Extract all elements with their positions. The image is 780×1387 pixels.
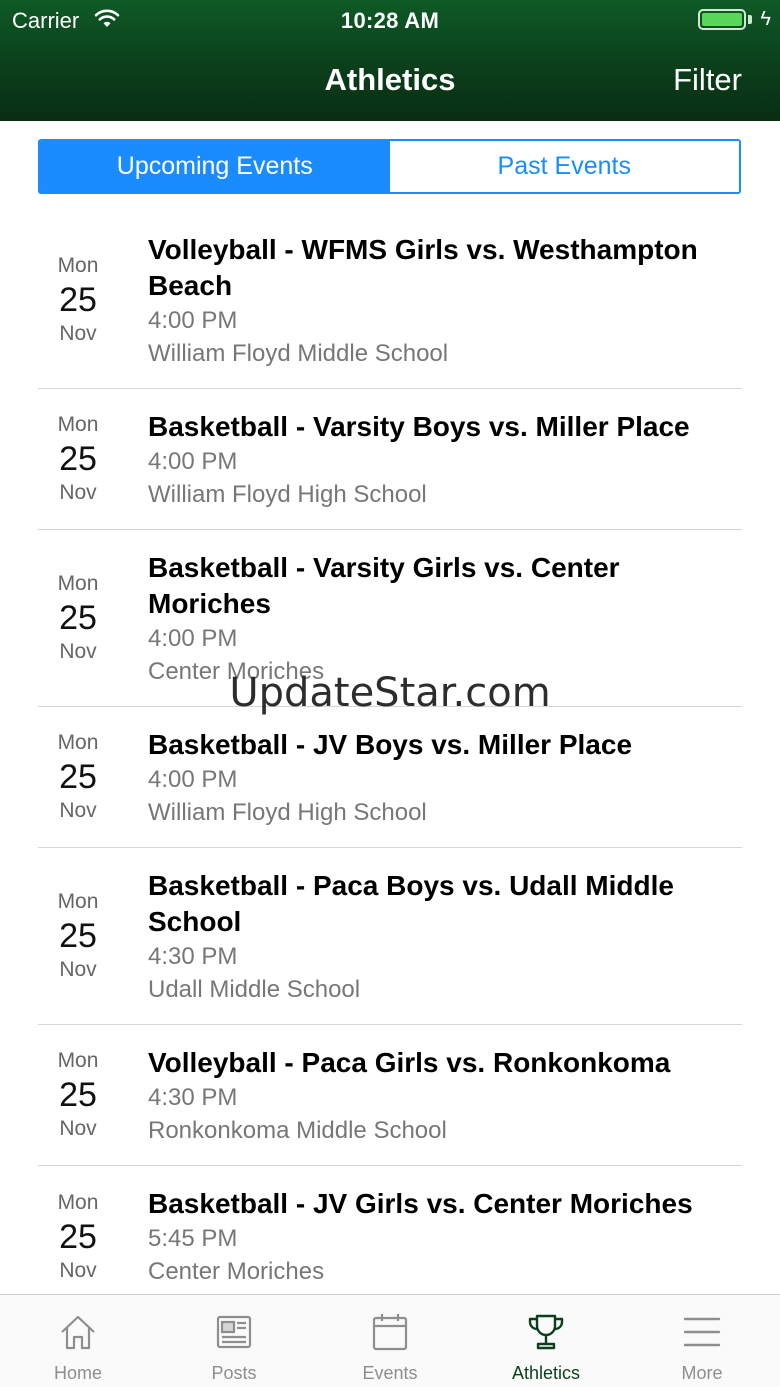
tab-label: Posts xyxy=(211,1363,257,1383)
event-title: Volleyball - Paca Girls vs. Ronkonkoma xyxy=(148,1047,671,1078)
calendar-icon xyxy=(371,1311,409,1353)
event-weekday: Mon xyxy=(57,890,99,913)
event-row[interactable]: Mon 25 Nov Basketball - JV Girls vs. Cen… xyxy=(38,1166,742,1307)
event-time: 5:45 PM xyxy=(148,1225,238,1252)
event-date: Mon 25 Nov xyxy=(38,1166,118,1307)
event-row[interactable]: Mon 25 Nov Volleyball - Paca Girls vs. R… xyxy=(38,1025,742,1166)
events-segmented-control: Upcoming Events Past Events xyxy=(38,139,741,194)
tab-home[interactable]: Home xyxy=(0,1295,156,1387)
event-row[interactable]: Mon 25 Nov Volleyball - WFMS Girls vs. W… xyxy=(38,212,742,389)
event-row[interactable]: Mon 25 Nov Basketball - Varsity Boys vs.… xyxy=(38,389,742,530)
event-location: Center Moriches xyxy=(148,1258,325,1285)
filter-button[interactable]: Filter xyxy=(673,62,742,98)
event-time: 4:00 PM xyxy=(148,766,238,793)
trophy-icon xyxy=(526,1311,566,1353)
event-month: Nov xyxy=(59,799,97,822)
event-date: Mon 25 Nov xyxy=(38,848,118,1024)
event-day: 25 xyxy=(59,599,97,637)
event-weekday: Mon xyxy=(57,572,99,595)
tab-label: Athletics xyxy=(511,1363,581,1383)
menu-icon xyxy=(682,1311,722,1353)
event-month: Nov xyxy=(59,322,97,345)
event-month: Nov xyxy=(59,1117,97,1140)
event-row[interactable]: Mon 25 Nov Basketball - Varsity Girls vs… xyxy=(38,530,742,707)
event-time: 4:00 PM xyxy=(148,307,238,334)
tab-past-events[interactable]: Past Events xyxy=(389,141,739,192)
event-date: Mon 25 Nov xyxy=(38,212,118,388)
event-month: Nov xyxy=(59,958,97,981)
tab-label: More xyxy=(681,1363,723,1383)
event-day: 25 xyxy=(59,1217,97,1256)
event-row[interactable]: Mon 25 Nov Basketball - Paca Boys vs. Ud… xyxy=(38,848,742,1025)
page-title: Athletics xyxy=(324,62,456,97)
event-time: 4:00 PM xyxy=(148,448,238,475)
newspaper-icon xyxy=(214,1311,254,1353)
event-time: 4:30 PM xyxy=(148,1084,238,1111)
tab-athletics[interactable]: Athletics xyxy=(468,1295,624,1387)
event-location: Udall Middle School xyxy=(148,976,361,1003)
status-bar: Carrier 10:28 AM ϟ xyxy=(0,0,780,40)
charging-icon: ϟ xyxy=(760,8,771,30)
bottom-tab-bar: Home Posts Events Athletics More xyxy=(0,1294,780,1387)
event-title: Volleyball - WFMS Girls vs. Westhampton … xyxy=(148,234,698,301)
event-day: 25 xyxy=(59,281,97,319)
event-title: Basketball - Varsity Girls vs. Center Mo… xyxy=(148,552,620,619)
tab-events[interactable]: Events xyxy=(312,1295,468,1387)
event-location: William Floyd Middle School xyxy=(148,340,449,367)
event-title: Basketball - JV Boys vs. Miller Place xyxy=(148,729,633,760)
event-location: William Floyd High School xyxy=(148,799,427,826)
event-day: 25 xyxy=(59,440,97,478)
event-weekday: Mon xyxy=(57,1190,99,1214)
tab-label: Home xyxy=(53,1363,102,1383)
event-weekday: Mon xyxy=(57,413,99,436)
event-date: Mon 25 Nov xyxy=(38,389,118,529)
home-icon xyxy=(58,1311,98,1353)
event-weekday: Mon xyxy=(57,1049,99,1072)
event-weekday: Mon xyxy=(57,731,99,754)
event-title: Basketball - Varsity Boys vs. Miller Pla… xyxy=(148,411,690,442)
battery-icon xyxy=(698,9,746,30)
event-location: Ronkonkoma Middle School xyxy=(148,1117,447,1144)
event-title: Basketball - JV Girls vs. Center Moriche… xyxy=(148,1188,693,1219)
event-month: Nov xyxy=(59,1258,97,1282)
event-list: Mon 25 Nov Volleyball - WFMS Girls vs. W… xyxy=(0,212,780,1307)
tab-posts[interactable]: Posts xyxy=(156,1295,312,1387)
event-row[interactable]: Mon 25 Nov Basketball - JV Boys vs. Mill… xyxy=(38,707,742,848)
event-month: Nov xyxy=(59,640,97,663)
event-month: Nov xyxy=(59,481,97,504)
event-location: Center Moriches xyxy=(148,658,325,685)
event-date: Mon 25 Nov xyxy=(38,707,118,847)
event-day: 25 xyxy=(59,1076,97,1114)
event-weekday: Mon xyxy=(57,254,99,277)
tab-upcoming-events[interactable]: Upcoming Events xyxy=(40,141,390,192)
tab-more[interactable]: More xyxy=(624,1295,780,1387)
event-time: 4:30 PM xyxy=(148,943,238,970)
event-location: William Floyd High School xyxy=(148,481,427,508)
app-header: Carrier 10:28 AM ϟ Athletics Filter xyxy=(0,0,780,121)
event-title: Basketball - Paca Boys vs. Udall Middle … xyxy=(148,870,674,937)
event-day: 25 xyxy=(59,917,97,955)
event-date: Mon 25 Nov xyxy=(38,530,118,706)
event-date: Mon 25 Nov xyxy=(38,1025,118,1165)
event-day: 25 xyxy=(59,758,97,796)
status-time: 10:28 AM xyxy=(340,8,440,33)
tab-label: Events xyxy=(362,1363,418,1383)
event-time: 4:00 PM xyxy=(148,625,238,652)
